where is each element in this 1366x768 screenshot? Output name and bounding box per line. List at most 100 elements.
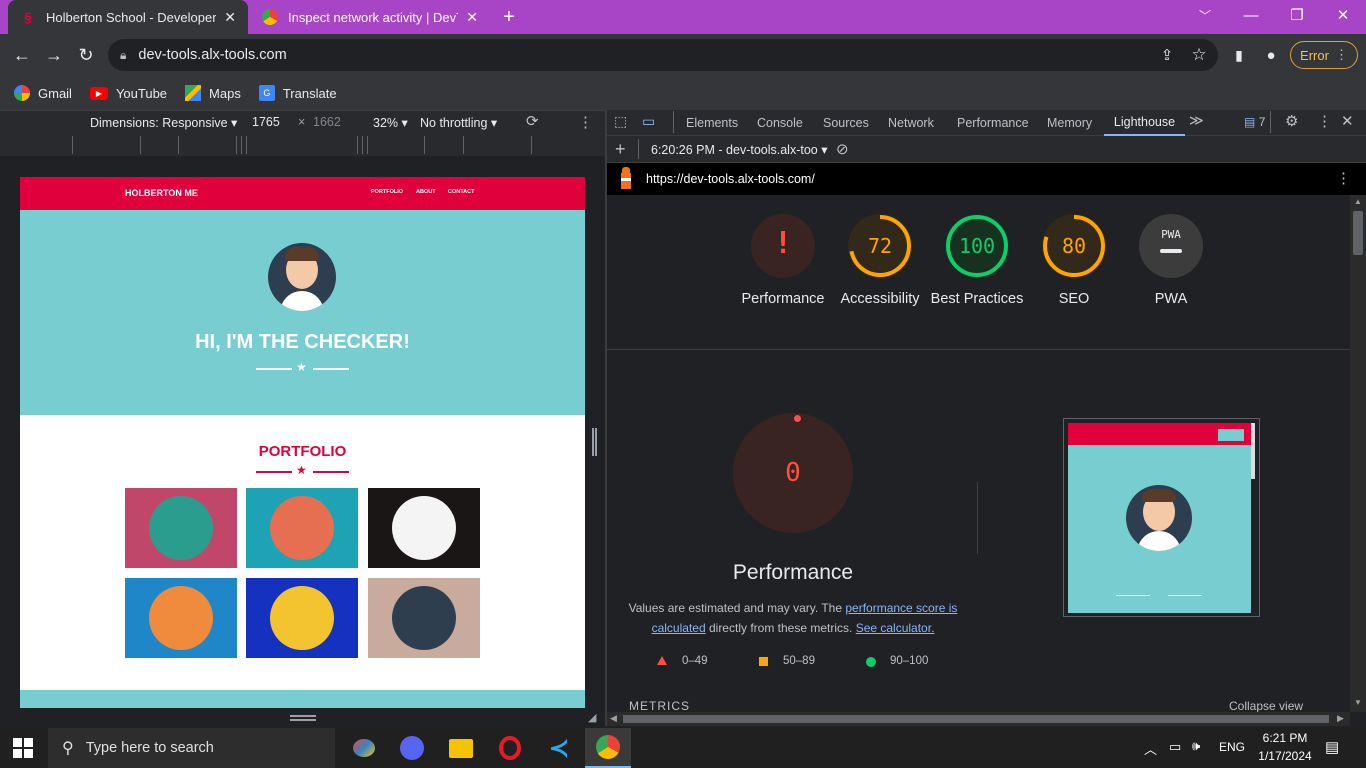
- language-indicator[interactable]: ENG: [1219, 740, 1245, 754]
- throttling-select[interactable]: No throttling ▾: [420, 115, 497, 130]
- width-input[interactable]: 1765: [252, 115, 280, 129]
- height-input[interactable]: 1662: [313, 115, 341, 129]
- new-tab-button[interactable]: +: [497, 4, 521, 30]
- scroll-left-icon[interactable]: ◀: [610, 713, 617, 724]
- report-select[interactable]: 6:20:26 PM - dev-tools.alx-too ▾: [651, 142, 828, 157]
- file-explorer-icon[interactable]: [447, 734, 475, 762]
- bookmark-gmail[interactable]: Gmail: [14, 85, 72, 101]
- bookmark-maps[interactable]: Maps: [185, 85, 241, 101]
- scroll-right-icon[interactable]: ▶: [1337, 713, 1344, 724]
- device-toggle-icon[interactable]: ▭: [642, 113, 655, 130]
- scroll-up-icon[interactable]: ▲: [1354, 197, 1362, 206]
- tab-holberton[interactable]: § Holberton School - Developer to ✕: [8, 0, 248, 34]
- chrome-taskbar-icon[interactable]: [585, 728, 631, 768]
- bookmark-translate[interactable]: G Translate: [258, 85, 337, 101]
- final-screenshot[interactable]: [1063, 418, 1260, 617]
- tray-chevron-icon[interactable]: ︿: [1144, 739, 1157, 758]
- restore-icon[interactable]: ❐: [1274, 0, 1320, 30]
- devtools-menu-icon[interactable]: ⋮: [1317, 112, 1332, 130]
- legend-pass: 90–100: [890, 655, 929, 667]
- vscode-icon[interactable]: ≺: [545, 734, 573, 762]
- score-gauge-performance[interactable]: !: [751, 214, 815, 278]
- bookmark-label: Maps: [209, 85, 241, 101]
- vertical-scrollbar[interactable]: ▲ ▼: [1350, 195, 1366, 712]
- opera-icon[interactable]: [496, 734, 524, 762]
- devtools-tab-sources[interactable]: Sources: [823, 110, 869, 136]
- address-bar[interactable]: 🔒︎ dev-tools.alx-tools.com: [108, 39, 1218, 71]
- report-url[interactable]: https://dev-tools.alx-tools.com/: [646, 172, 815, 186]
- windows-start-icon[interactable]: [13, 738, 33, 758]
- page-nav-contact[interactable]: CONTACT: [448, 189, 474, 195]
- portfolio-tile-cabin[interactable]: [125, 488, 237, 568]
- bookmark-star-icon[interactable]: ☆: [1186, 42, 1212, 68]
- zoom-label: 32%: [373, 116, 399, 130]
- error-button[interactable]: Error ⋮: [1290, 41, 1358, 69]
- score-gauge-seo[interactable]: 80: [1042, 214, 1106, 278]
- issues-count: 7: [1258, 115, 1266, 129]
- submarine-icon: [392, 586, 456, 650]
- legend-fail: 0–49: [682, 655, 708, 667]
- resize-corner-icon[interactable]: ◢: [588, 711, 596, 724]
- score-gauge-best-practices[interactable]: 100: [945, 214, 1009, 278]
- reload-icon[interactable]: ↻: [73, 42, 99, 68]
- page-nav-about[interactable]: ABOUT: [416, 189, 436, 195]
- devtools-tab-memory[interactable]: Memory: [1047, 110, 1092, 136]
- page-nav-portfolio[interactable]: PORTFOLIO: [371, 189, 403, 195]
- resize-handle-right-icon[interactable]: [592, 428, 597, 456]
- portfolio-tile-safe[interactable]: [246, 578, 358, 658]
- portfolio-tile-cake[interactable]: [246, 488, 358, 568]
- tab-search-icon[interactable]: ﹀: [1182, 0, 1228, 30]
- back-arrow-icon[interactable]: ←: [9, 42, 35, 68]
- close-tab-icon[interactable]: ✕: [466, 9, 478, 26]
- rotate-icon[interactable]: ⟳: [526, 112, 539, 130]
- dimensions-select[interactable]: Dimensions: Responsive ▾: [90, 115, 237, 130]
- devtools-tab-lighthouse[interactable]: Lighthouse: [1104, 110, 1185, 136]
- side-panel-icon[interactable]: ▮: [1226, 42, 1252, 68]
- minimize-icon[interactable]: —: [1228, 0, 1274, 30]
- dimensions-label: Dimensions: Responsive: [90, 116, 228, 130]
- scroll-down-icon[interactable]: ▼: [1354, 698, 1362, 707]
- settings-gear-icon[interactable]: ⚙: [1285, 112, 1298, 130]
- inspect-element-icon[interactable]: ⬚: [614, 113, 627, 130]
- report-menu-icon[interactable]: ⋮: [1336, 169, 1351, 187]
- more-options-icon[interactable]: ⋮: [578, 113, 593, 131]
- tab-devtools-docs[interactable]: Inspect network activity | DevTo ✕: [250, 0, 490, 34]
- clear-reports-icon[interactable]: ⊘: [836, 140, 849, 158]
- devtools-tab-network[interactable]: Network: [888, 110, 934, 136]
- clock-date[interactable]: 1/17/2024: [1250, 749, 1320, 763]
- clock-time[interactable]: 6:21 PM: [1255, 731, 1315, 745]
- volume-icon[interactable]: 🕪︎: [1192, 738, 1200, 754]
- scrollbar-thumb[interactable]: [623, 715, 1329, 723]
- score-gauge-pwa[interactable]: PWA: [1139, 214, 1203, 278]
- new-report-plus-icon[interactable]: +: [615, 139, 626, 160]
- page-brand[interactable]: HOLBERTON ME: [125, 188, 198, 198]
- devtools-tab-elements[interactable]: Elements: [686, 110, 738, 136]
- share-icon[interactable]: ⇪: [1154, 42, 1180, 68]
- profile-icon[interactable]: ●: [1258, 42, 1284, 68]
- battery-icon[interactable]: ▭: [1169, 739, 1181, 755]
- collapse-view-button[interactable]: Collapse view: [1229, 699, 1303, 713]
- zoom-select[interactable]: 32% ▾: [373, 115, 408, 130]
- close-devtools-icon[interactable]: ✕: [1341, 112, 1354, 130]
- scrollbar-thumb[interactable]: [1353, 211, 1363, 255]
- taskbar-search[interactable]: ⚲ Type here to search: [48, 728, 335, 768]
- see-calculator-link[interactable]: See calculator.: [856, 621, 935, 635]
- devtools-tab-console[interactable]: Console: [757, 110, 803, 136]
- notifications-icon[interactable]: ▤: [1325, 738, 1339, 756]
- issues-counter[interactable]: ▤ 7: [1244, 115, 1265, 129]
- portfolio-tile-circus[interactable]: [368, 488, 480, 568]
- gauge-value: 72: [868, 234, 892, 258]
- forward-arrow-icon[interactable]: →: [41, 42, 67, 68]
- portfolio-tile-submarine[interactable]: [368, 578, 480, 658]
- more-tabs-icon[interactable]: ≫: [1189, 112, 1204, 129]
- portfolio-tile-game[interactable]: [125, 578, 237, 658]
- bookmark-youtube[interactable]: ▶ YouTube: [89, 86, 167, 101]
- paint-app-icon[interactable]: [350, 734, 378, 762]
- close-tab-icon[interactable]: ✕: [224, 9, 236, 26]
- close-window-icon[interactable]: ✕: [1320, 0, 1366, 30]
- horizontal-scrollbar[interactable]: ◀ ▶: [607, 712, 1350, 726]
- discord-icon[interactable]: [398, 734, 426, 762]
- resize-handle-bottom-icon[interactable]: [290, 715, 316, 721]
- devtools-tab-performance[interactable]: Performance: [957, 110, 1029, 136]
- score-gauge-accessibility[interactable]: 72: [848, 214, 912, 278]
